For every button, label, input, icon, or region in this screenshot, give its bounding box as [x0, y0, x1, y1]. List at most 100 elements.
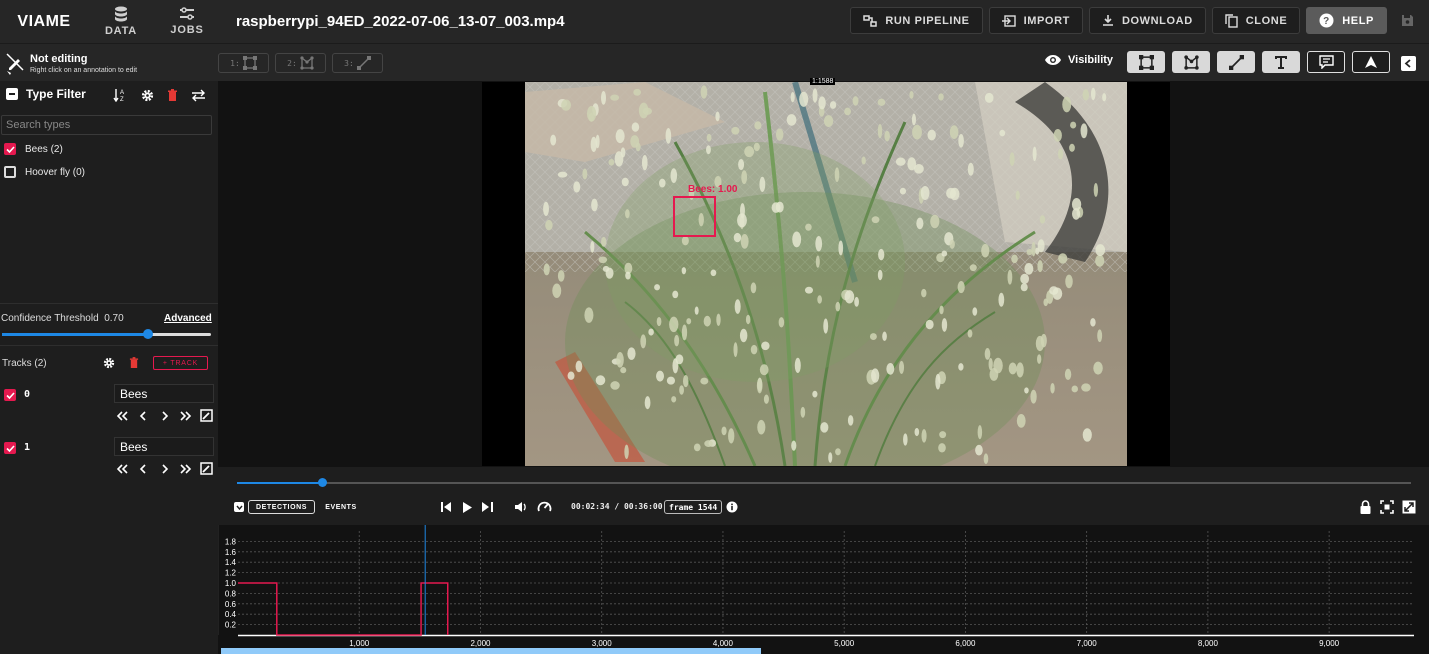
help-label: HELP	[1342, 14, 1374, 27]
text-visibility-button[interactable]	[1262, 51, 1300, 73]
fit-screen-icon[interactable]	[1380, 500, 1394, 514]
nav-data-label: DATA	[104, 25, 138, 37]
track-settings-gear-icon[interactable]	[103, 357, 115, 369]
play-icon[interactable]	[462, 502, 472, 513]
polygon-visibility-button[interactable]	[1172, 51, 1210, 73]
track-delete-icon[interactable]	[129, 357, 139, 369]
advanced-link[interactable]: Advanced	[164, 313, 212, 324]
speed-icon[interactable]	[537, 500, 552, 514]
detections-tab[interactable]: DETECTIONS	[248, 500, 315, 514]
next-frame-icon[interactable]	[158, 410, 171, 421]
import-button[interactable]: IMPORT	[988, 7, 1083, 34]
playback-controls: DETECTIONS EVENTS 00:02:34 / 00:36:00 fr…	[218, 467, 1429, 525]
type-checkbox-bees[interactable]	[4, 143, 16, 155]
mode-line-key: 3:	[344, 58, 354, 68]
delete-icon[interactable]	[167, 88, 178, 102]
tracks-header: Tracks (2) + TRACK	[0, 345, 218, 370]
track-checkbox-1[interactable]	[4, 442, 16, 454]
nav-jobs[interactable]: JOBS	[154, 7, 220, 36]
annotation-label: Bees: 1.00	[688, 184, 738, 195]
heading-visibility-button[interactable]	[1352, 51, 1390, 73]
swap-icon[interactable]	[191, 89, 206, 102]
mode-rectangle-key: 1:	[230, 58, 240, 68]
scrubber-fill	[237, 482, 322, 484]
prev-frame-icon[interactable]	[137, 463, 150, 474]
line-visibility-icon	[1228, 54, 1244, 70]
edit-track-icon[interactable]	[200, 409, 213, 422]
run-pipeline-button[interactable]: RUN PIPELINE	[850, 7, 983, 34]
info-icon[interactable]	[726, 501, 738, 513]
track-row-1[interactable]: 1 Bees	[4, 437, 216, 485]
tooltip-visibility-button[interactable]	[1307, 51, 1345, 73]
video-frame[interactable]	[525, 82, 1127, 466]
help-button[interactable]: ? HELP	[1306, 7, 1387, 34]
skip-forward-icon[interactable]	[482, 502, 493, 512]
first-frame-icon[interactable]	[116, 463, 129, 474]
confidence-slider[interactable]	[2, 329, 211, 339]
frame-number-chip[interactable]: frame 1544	[664, 500, 723, 514]
first-frame-icon[interactable]	[116, 410, 129, 421]
edit-track-icon[interactable]	[200, 462, 213, 475]
top-actions: RUN PIPELINE IMPORT DOWNLOAD CLONE ? HEL…	[850, 7, 1421, 34]
svg-text:Z: Z	[120, 97, 124, 102]
clone-icon	[1225, 13, 1238, 28]
mode-rectangle-button[interactable]: 1:	[218, 53, 269, 73]
x-tick-label: 3,000	[592, 639, 613, 648]
prev-frame-icon[interactable]	[137, 410, 150, 421]
last-frame-icon[interactable]	[179, 410, 192, 421]
track-nav-0	[116, 409, 213, 422]
add-track-button[interactable]: + TRACK	[153, 356, 208, 370]
minus-icon	[9, 93, 15, 95]
clone-button[interactable]: CLONE	[1211, 7, 1301, 34]
confidence-slider-thumb[interactable]	[143, 329, 154, 339]
polygon-icon	[300, 56, 314, 70]
bee-annotation-box[interactable]	[673, 196, 716, 237]
type-checkbox-hoover-fly[interactable]	[4, 166, 16, 178]
sort-icon[interactable]: AZ	[113, 88, 128, 102]
download-button[interactable]: DOWNLOAD	[1088, 7, 1206, 34]
type-row-hoover-fly[interactable]: Hoover fly (0)	[4, 166, 85, 178]
type-label-hoover-fly: Hoover fly (0)	[25, 166, 86, 178]
nav-data[interactable]: DATA	[88, 6, 154, 37]
track-row-0[interactable]: 0 Bees	[4, 384, 216, 432]
app-root: VIAME DATA JOBS raspberrypi_94ED_2022-07…	[0, 0, 1429, 654]
events-tab[interactable]: EVENTS	[318, 500, 364, 514]
volume-icon[interactable]	[515, 501, 528, 513]
mode-line-button[interactable]: 3:	[332, 53, 383, 73]
y-tick-label: 1.8	[225, 537, 237, 546]
y-tick-label: 0.4	[225, 610, 237, 619]
y-tick-label: 0.8	[225, 589, 237, 598]
playback-scrubber[interactable]	[237, 478, 1411, 487]
track-type-field-1[interactable]: Bees	[114, 437, 214, 456]
track-type-field-0[interactable]: Bees	[114, 384, 214, 403]
visibility-toggle[interactable]: Visibility	[1044, 54, 1113, 66]
line-visibility-button[interactable]	[1217, 51, 1255, 73]
collapse-panel-button[interactable]	[1401, 56, 1416, 71]
track-checkbox-0[interactable]	[4, 389, 16, 401]
lock-icon[interactable]	[1360, 500, 1371, 514]
rectangle-visibility-button[interactable]	[1127, 51, 1165, 73]
annotation-viewer[interactable]: Bees: 1.00 1:1588	[218, 78, 1429, 467]
gear-icon[interactable]	[141, 89, 154, 102]
type-row-bees[interactable]: Bees (2)	[4, 143, 63, 155]
timeline-collapse-checkbox[interactable]	[234, 502, 244, 512]
download-icon	[1102, 14, 1113, 26]
tracks-count-label: Tracks (2)	[2, 358, 47, 369]
expand-icon[interactable]	[1402, 500, 1416, 514]
tracks-actions: + TRACK	[103, 356, 208, 370]
detection-timeline[interactable]: 1.8 1.6 1.4 1.2 1.0 0.8 0.6 0.4 0.2 1,000 2,000 3,0…	[218, 525, 1429, 654]
scrubber-thumb[interactable]	[317, 478, 327, 487]
skip-back-icon[interactable]	[441, 502, 452, 512]
timeline-visible-range[interactable]	[221, 648, 761, 654]
mode-polygon-button[interactable]: 2:	[275, 53, 326, 73]
edit-toolbar: Not editing Right click on an annotation…	[0, 43, 1429, 81]
save-button[interactable]	[1393, 7, 1421, 34]
type-filter-collapse-checkbox[interactable]	[6, 88, 18, 100]
search-types-input[interactable]: Search types	[1, 115, 212, 135]
last-frame-icon[interactable]	[179, 463, 192, 474]
rectangle-icon	[242, 56, 257, 70]
x-tick-label: 8,000	[1198, 639, 1219, 648]
top-bar: VIAME DATA JOBS raspberrypi_94ED_2022-07…	[0, 0, 1429, 43]
brand-logo[interactable]: VIAME	[0, 13, 88, 31]
next-frame-icon[interactable]	[158, 463, 171, 474]
